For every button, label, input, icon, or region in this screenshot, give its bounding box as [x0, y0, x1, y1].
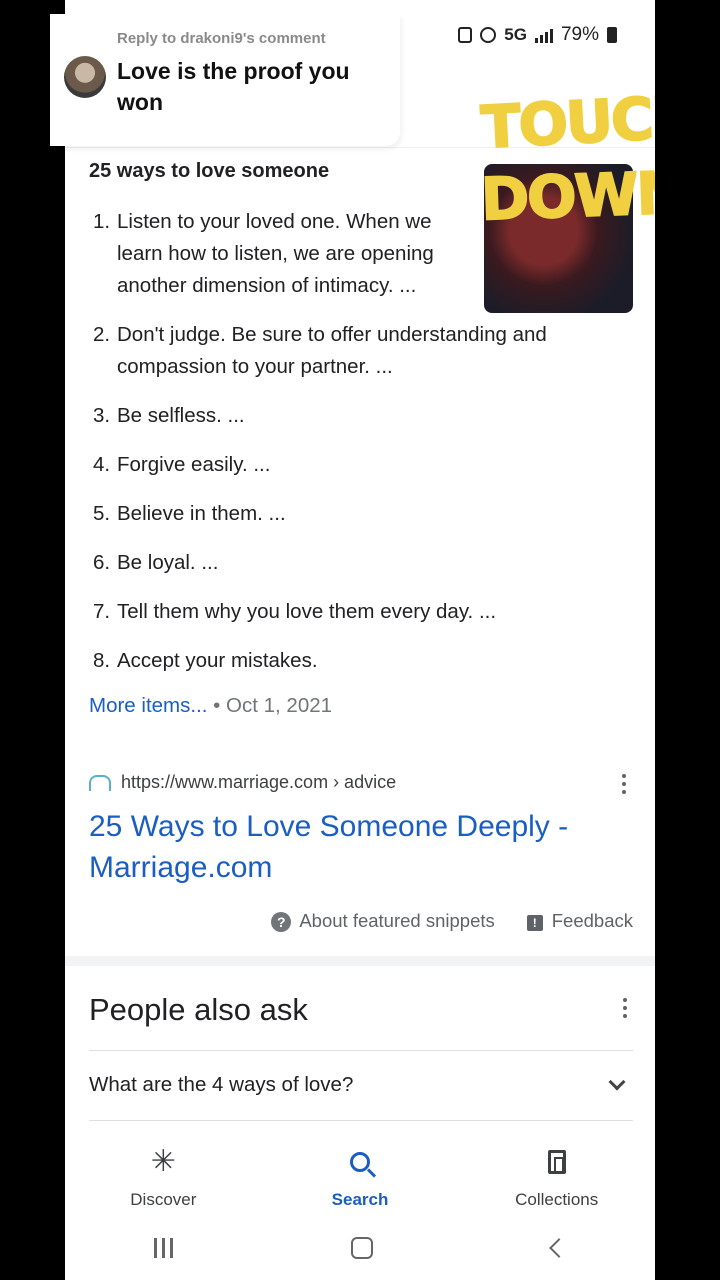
paa-divider: [89, 1120, 633, 1121]
nav-collections-label: Collections: [515, 1190, 599, 1209]
snippet-date: • Oct 1, 2021: [207, 694, 333, 717]
status-bar: 5G 79%: [458, 20, 617, 50]
reply-label: Reply to drakoni9's comment: [117, 30, 326, 47]
list-text: Believe in them. ...: [117, 502, 286, 525]
people-also-ask-title: People also ask: [89, 992, 308, 1027]
list-number: 2.: [93, 323, 111, 346]
list-text: Listen to your loved one. When we learn …: [117, 210, 434, 297]
sticker-word-2: DOWN: [479, 157, 655, 234]
result-source: https://www.marriage.com › advice: [89, 772, 634, 794]
touch-down-sticker: TOUCH DOWN: [478, 81, 655, 317]
list-item: 8. Accept your mistakes.: [89, 645, 619, 677]
bookmark-icon: [458, 1146, 655, 1178]
reply-bubble: Reply to drakoni9's comment Love is the …: [50, 14, 400, 146]
list-number: 3.: [93, 404, 111, 427]
paa-divider: [89, 1050, 633, 1051]
reply-text: Love is the proof you won: [117, 58, 350, 115]
list-item: 4. Forgive easily. ...: [89, 449, 619, 481]
search-icon: [262, 1146, 459, 1178]
signal-icon: [534, 27, 553, 43]
about-snippets-button[interactable]: ? About featured snippets: [271, 910, 495, 932]
list-text: Accept your mistakes.: [117, 649, 318, 672]
list-text: Be selfless. ...: [117, 404, 245, 427]
nav-discover[interactable]: ✳ Discover: [65, 1126, 262, 1216]
list-text: Be loyal. ...: [117, 551, 219, 574]
screen: 5G 79% TOUCH DOWN 25 ways to love someon…: [65, 0, 655, 1280]
list-text: Forgive easily. ...: [117, 453, 271, 476]
avatar: [64, 56, 106, 98]
feedback-label: Feedback: [551, 910, 633, 931]
more-items-link[interactable]: More items...: [89, 694, 207, 717]
alarm-icon: [480, 27, 497, 43]
result-more-icon[interactable]: [622, 774, 626, 794]
list-item: 3. Be selfless. ...: [89, 400, 619, 432]
result-url[interactable]: https://www.marriage.com › advice: [121, 772, 396, 792]
list-text: Don't judge. Be sure to offer understand…: [117, 323, 547, 378]
battery-percent: 79%: [560, 24, 599, 45]
list-item: 5. Believe in them. ...: [89, 498, 619, 530]
nav-search[interactable]: Search: [262, 1126, 459, 1216]
back-icon[interactable]: [548, 1238, 569, 1258]
nav-discover-label: Discover: [130, 1190, 197, 1209]
about-snippets-label: About featured snippets: [299, 910, 495, 931]
marriage-favicon-icon: [89, 774, 111, 791]
chevron-down-icon[interactable]: [608, 1073, 626, 1091]
list-number: 1.: [93, 210, 111, 233]
feedback-icon: !: [526, 915, 543, 931]
paa-more-icon[interactable]: [623, 998, 627, 1018]
snippet-footer: ? About featured snippets ! Feedback: [271, 910, 633, 932]
section-divider: [65, 956, 655, 966]
recent-apps-icon[interactable]: [154, 1238, 174, 1258]
snippet-title: 25 ways to love someone: [89, 160, 330, 182]
lock-icon: [458, 27, 473, 43]
nav-search-label: Search: [331, 1190, 389, 1209]
list-number: 6.: [93, 551, 111, 574]
list-item: 6. Be loyal. ...: [89, 547, 619, 579]
feedback-button[interactable]: ! Feedback: [526, 910, 633, 932]
asterisk-icon: ✳: [150, 1145, 176, 1178]
result-title-link[interactable]: 25 Ways to Love Someone Deeply - Marriag…: [89, 806, 609, 888]
battery-icon: [607, 27, 617, 43]
list-item: 2. Don't judge. Be sure to offer understa…: [89, 319, 619, 383]
network-type: 5G: [504, 25, 527, 44]
sticker-word-1: TOUCH: [478, 81, 655, 162]
list-number: 5.: [93, 502, 111, 525]
list-number: 4.: [93, 453, 111, 476]
home-icon[interactable]: [351, 1237, 374, 1259]
list-text: Tell them why you love them every day. .…: [117, 600, 497, 623]
system-nav-bar: [65, 1216, 655, 1280]
more-items-row: More items... • Oct 1, 2021: [89, 694, 332, 718]
list-item: 7. Tell them why you love them every day.…: [89, 596, 619, 628]
nav-collections[interactable]: Collections: [458, 1126, 655, 1216]
paa-question[interactable]: What are the 4 ways of love?: [89, 1073, 353, 1097]
help-icon: ?: [271, 912, 292, 932]
bottom-nav: ✳ Discover Search Collections: [65, 1126, 655, 1216]
list-number: 8.: [93, 649, 111, 672]
list-number: 7.: [93, 600, 111, 623]
